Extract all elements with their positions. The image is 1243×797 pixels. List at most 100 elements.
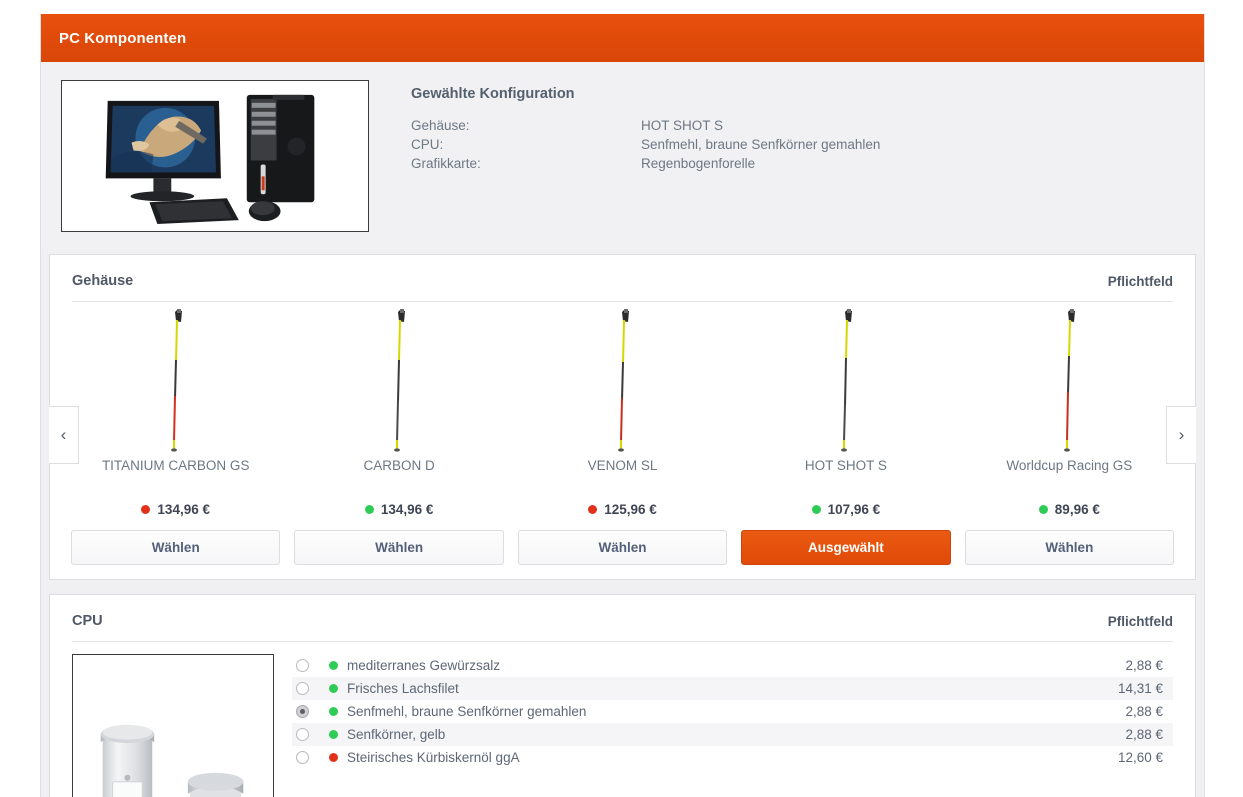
ski-pole-icon (617, 309, 629, 452)
spec-label: Grafikkarte: (411, 156, 481, 171)
option-price: 2,88 € (1125, 658, 1163, 673)
section-gehaeuse-header: Gehäuse Pflichtfeld (50, 255, 1195, 301)
product-card[interactable]: CARBON D 134,96 € Wählen (287, 302, 510, 565)
option-label: Senfmehl, braune Senfkörner gemahlen (347, 704, 587, 719)
summary-heading: Gewählte Konfiguration (411, 86, 575, 102)
option-radio[interactable] (296, 751, 309, 764)
product-price: 134,96 € (157, 502, 210, 517)
option-row[interactable]: Senfkörner, gelb 2,88 € (292, 723, 1173, 746)
product-price-row: 125,96 € (588, 502, 657, 517)
product-name: TITANIUM CARBON GS (101, 458, 250, 473)
section-title: Gehäuse (72, 273, 134, 289)
required-field-label: Pflichtfeld (1107, 273, 1173, 289)
stock-dot-icon (329, 707, 338, 716)
product-image (518, 302, 727, 454)
spec-value: HOT SHOT S (641, 118, 724, 133)
product-card[interactable]: HOT SHOT S 107,96 € Ausgewählt (734, 302, 957, 565)
select-button[interactable]: Wählen (71, 530, 281, 565)
spice-mill-icon (100, 724, 244, 797)
option-radio[interactable] (296, 728, 309, 741)
cpu-options-body: mediterranes Gewürzsalz 2,88 € Frisches … (50, 642, 1195, 797)
stock-dot-icon (329, 661, 338, 670)
option-label: Frisches Lachsfilet (347, 681, 459, 696)
select-button[interactable]: Wählen (964, 530, 1175, 565)
product-price-row: 134,96 € (364, 502, 434, 517)
option-label: Steirisches Kürbiskernöl ggA (347, 750, 520, 765)
spec-label: CPU: (411, 137, 444, 152)
product-price-row: 89,96 € (1038, 502, 1100, 517)
option-price: 12,60 € (1117, 750, 1163, 765)
stock-dot-icon (329, 684, 338, 693)
selected-button[interactable]: Ausgewählt (741, 530, 951, 565)
stock-dot-icon (329, 753, 338, 762)
section-title: CPU (72, 613, 103, 629)
product-name: VENOM SL (587, 458, 658, 473)
option-price: 14,31 € (1117, 681, 1163, 696)
option-row[interactable]: mediterranes Gewürzsalz 2,88 € (292, 654, 1173, 677)
option-radio[interactable] (296, 705, 309, 718)
product-name: Worldcup Racing GS (1006, 458, 1133, 473)
required-field-label: Pflichtfeld (1107, 613, 1173, 629)
option-row[interactable]: Frisches Lachsfilet 14,31 € (292, 677, 1173, 700)
select-button[interactable]: Wählen (517, 530, 728, 565)
pc-desktop-bundle-icon (105, 94, 315, 225)
ski-pole-icon (394, 309, 406, 452)
product-price: 125,96 € (604, 502, 657, 517)
product-price-row: 107,96 € (811, 502, 881, 517)
section-gehaeuse: Gehäuse Pflichtfeld ‹ › TITANIUM CARBON … (49, 254, 1196, 580)
gehaeuse-carousel: ‹ › TITANIUM CARBON GS 134,96 € Wählen C… (49, 302, 1196, 579)
cpu-option-list: mediterranes Gewürzsalz 2,88 € Frisches … (292, 654, 1173, 797)
carousel-next-button[interactable]: › (1166, 406, 1196, 464)
spec-row-grafikkarte: Grafikkarte: Regenbogenforelle (411, 154, 1184, 173)
spec-value: Regenbogenforelle (641, 156, 756, 171)
product-price: 134,96 € (380, 502, 434, 517)
option-radio[interactable] (296, 682, 309, 695)
spec-label: Gehäuse: (411, 118, 470, 133)
option-radio[interactable] (296, 659, 309, 672)
stock-dot-icon (588, 505, 598, 514)
select-button-label: Wählen (151, 540, 200, 555)
configuration-preview-image (61, 80, 369, 232)
product-price: 89,96 € (1054, 502, 1100, 517)
select-button-label: Wählen (598, 540, 647, 555)
product-card[interactable]: Worldcup Racing GS 89,96 € Wählen (958, 302, 1181, 565)
stock-dot-icon (811, 505, 821, 514)
carousel-track: TITANIUM CARBON GS 134,96 € Wählen CARBO… (50, 302, 1195, 565)
stock-dot-icon (1038, 505, 1048, 514)
selected-button-label: Ausgewählt (808, 540, 884, 555)
product-price: 107,96 € (827, 502, 881, 517)
product-card[interactable]: TITANIUM CARBON GS 134,96 € Wählen (64, 302, 287, 565)
cpu-option-image (72, 654, 274, 797)
ski-pole-icon (1064, 309, 1076, 452)
option-row[interactable]: Steirisches Kürbiskernöl ggA 12,60 € (292, 746, 1173, 769)
spec-row-cpu: CPU: Senfmehl, braune Senfkörner gemahle… (411, 135, 1184, 154)
ski-pole-icon (170, 309, 182, 452)
select-button-label: Wählen (375, 540, 424, 555)
option-label: mediterranes Gewürzsalz (347, 658, 501, 673)
configurator-header: PC Komponenten (41, 14, 1204, 62)
configuration-summary: Gewählte Konfiguration Gehäuse: HOT SHOT… (411, 80, 1184, 173)
carousel-prev-button[interactable]: ‹ (49, 406, 79, 464)
select-button[interactable]: Wählen (294, 530, 504, 565)
product-configurator: PC Komponenten Gewählte Konfiguration Ge… (40, 14, 1205, 797)
option-row-selected[interactable]: Senfmehl, braune Senfkörner gemahlen 2,8… (292, 700, 1173, 723)
spec-value: Senfmehl, braune Senfkörner gemahlen (641, 137, 881, 152)
selected-configuration-panel: Gewählte Konfiguration Gehäuse: HOT SHOT… (41, 62, 1204, 254)
product-image (71, 302, 280, 454)
option-label: Senfkörner, gelb (347, 727, 446, 742)
product-name: HOT SHOT S (804, 458, 887, 473)
spec-row-gehaeuse: Gehäuse: HOT SHOT S (411, 116, 1184, 135)
stock-dot-icon (329, 730, 338, 739)
product-image (294, 302, 503, 454)
option-price: 2,88 € (1125, 727, 1163, 742)
page-root: PC Komponenten Gewählte Konfiguration Ge… (0, 0, 1243, 797)
section-cpu-header: CPU Pflichtfeld (50, 595, 1195, 641)
stock-dot-icon (364, 505, 374, 514)
ski-pole-icon (840, 309, 852, 452)
product-price-row: 134,96 € (141, 502, 210, 517)
product-name: CARBON D (363, 458, 435, 473)
product-image (965, 302, 1174, 454)
product-card[interactable]: VENOM SL 125,96 € Wählen (511, 302, 734, 565)
select-button-label: Wählen (1045, 540, 1094, 555)
section-cpu: CPU Pflichtfeld mediterranes Gewürzsalz … (49, 594, 1196, 797)
